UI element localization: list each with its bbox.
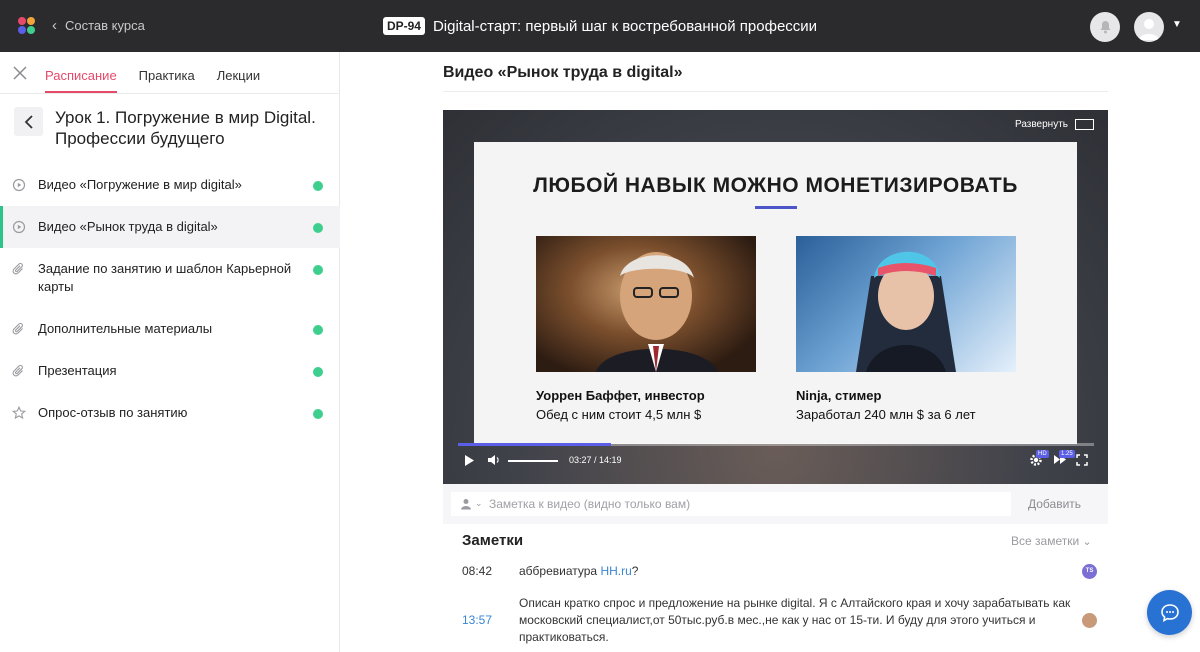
note-text-part: ? [631,564,639,578]
heading-divider [443,91,1108,92]
completed-status-dot [313,265,323,275]
course-title-text: Digital-старт: первый шаг к востребованн… [432,18,818,35]
user-visibility-icon[interactable] [460,498,472,510]
chevron-down-icon: ⌄ [1082,536,1092,548]
lesson-item-presentation[interactable]: Презентация [0,350,340,392]
close-icon[interactable] [12,65,28,81]
lesson-item-extra-materials[interactable]: Дополнительные материалы [0,308,340,350]
course-title: DP-94 Digital-старт: первый шаг к востреб… [0,17,1200,35]
lesson-item-label: Видео «Рынок труда в digital» [38,219,218,234]
person-portrait-icon [596,252,718,372]
paperclip-icon [12,322,23,335]
note-input-bar: ⌄ Добавить [443,484,1108,524]
left-caption-name: Уоррен Баффет, инвестор [536,388,705,403]
lesson-item-label: Видео «Погружение в мир digital» [38,177,242,192]
lesson-items-list: Видео «Погружение в мир digital» Видео «… [0,164,340,434]
completed-status-dot [313,325,323,335]
video-progress-bar[interactable] [458,443,1094,446]
chat-support-button[interactable] [1147,590,1192,635]
note-text: аббревиатура HH.ru? [519,563,1071,580]
paperclip-icon [12,262,23,275]
speed-badge: 1.25 [1059,450,1075,458]
all-notes-label: Все заметки [1011,534,1080,548]
right-caption-name: Ninja, стимер [796,388,882,403]
star-icon [12,406,26,420]
completed-status-dot [313,367,323,377]
left-caption-sub: Обед с ним стоит 4,5 млн $ [536,407,702,422]
volume-slider[interactable] [508,460,558,462]
note-author-avatar: TS [1082,564,1097,579]
sidebar-tabs: Расписание Практика Лекции [45,68,260,93]
video-progress-fill [458,443,611,446]
lesson-item-label: Презентация [38,363,117,378]
paperclip-icon [12,364,23,377]
buffett-photo [536,236,756,372]
lesson-title: Урок 1. Погружение в мир Digital. Профес… [55,108,316,148]
note-text-part: аббревиатура [519,564,601,578]
completed-status-dot [313,181,323,191]
note-text: Описан кратко спрос и предложение на рын… [519,596,1071,644]
lesson-item-label: Задание по занятию и шаблон Карьерной ка… [38,261,292,294]
expand-button[interactable]: Развернуть [1015,119,1094,130]
chevron-down-icon[interactable]: ⌄ [475,498,483,509]
fullscreen-icon[interactable] [1076,454,1088,466]
lesson-item-video-intro[interactable]: Видео «Погружение в мир digital» [0,164,340,206]
chat-bubble-icon [1160,603,1179,622]
video-heading: Видео «Рынок труда в digital» [443,64,683,81]
lesson-item-feedback-survey[interactable]: Опрос-отзыв по занятию [0,392,340,434]
completed-status-dot [313,409,323,419]
bell-icon [1100,21,1110,34]
quality-badge: HD [1036,450,1049,458]
volume-icon[interactable] [487,454,501,466]
tab-lectures[interactable]: Лекции [217,68,260,93]
play-circle-icon [12,178,26,192]
lesson-back-button[interactable] [14,107,43,136]
tab-practice[interactable]: Практика [139,68,195,93]
chevron-left-icon [24,114,33,129]
note-text-link[interactable]: HH.ru [600,564,631,578]
play-icon[interactable] [464,454,475,467]
fullscreen-frame-icon [1075,119,1094,130]
lesson-item-video-market[interactable]: Видео «Рынок труда в digital» [0,206,340,248]
slide-title: ЛЮБОЙ НАВЫК МОЖНО МОНЕТИЗИРОВАТЬ [533,174,1018,197]
sidebar-divider [0,93,340,94]
play-circle-icon [12,220,26,234]
person-portrait-icon [856,251,956,372]
user-menu-caret-icon[interactable]: ▼ [1172,19,1182,30]
slide-accent-line [755,206,797,209]
course-code-badge: DP-94 [382,17,425,35]
all-notes-filter[interactable]: Все заметки ⌄ [1011,534,1092,548]
tab-schedule[interactable]: Расписание [45,68,117,93]
video-player[interactable]: Развернуть ЛЮБОЙ НАВЫК МОЖНО МОНЕТИЗИРОВ… [443,110,1108,484]
lesson-item-label: Опрос-отзыв по занятию [38,405,188,420]
video-time: 03:27 / 14:19 [569,455,622,465]
note-timestamp[interactable]: 13:57 [462,612,492,629]
add-note-button[interactable]: Добавить [1028,497,1081,511]
note-timestamp[interactable]: 08:42 [462,563,492,580]
completed-status-dot [313,223,323,233]
top-bar: ‹ Состав курса DP-94 Digital-старт: первы… [0,0,1200,52]
lesson-item-label: Дополнительные материалы [38,321,213,336]
notes-title: Заметки [462,532,524,549]
lesson-sidebar: Расписание Практика Лекции Урок 1. Погру… [0,52,340,652]
expand-label: Развернуть [1014,119,1068,130]
ninja-photo [796,236,1016,372]
user-avatar-button[interactable] [1134,12,1164,42]
video-controls: 03:27 / 14:19 HD 1.25 [443,450,1108,484]
lesson-item-assignment[interactable]: Задание по занятию и шаблон Карьерной ка… [0,248,340,308]
notifications-button[interactable] [1090,12,1120,42]
presentation-slide: ЛЮБОЙ НАВЫК МОЖНО МОНЕТИЗИРОВАТЬ Уоррен … [474,142,1077,444]
note-input[interactable] [451,492,1011,516]
note-author-avatar [1082,613,1097,628]
user-avatar-icon [1139,19,1159,40]
right-caption-sub: Заработал 240 млн $ за 6 лет [796,407,976,422]
